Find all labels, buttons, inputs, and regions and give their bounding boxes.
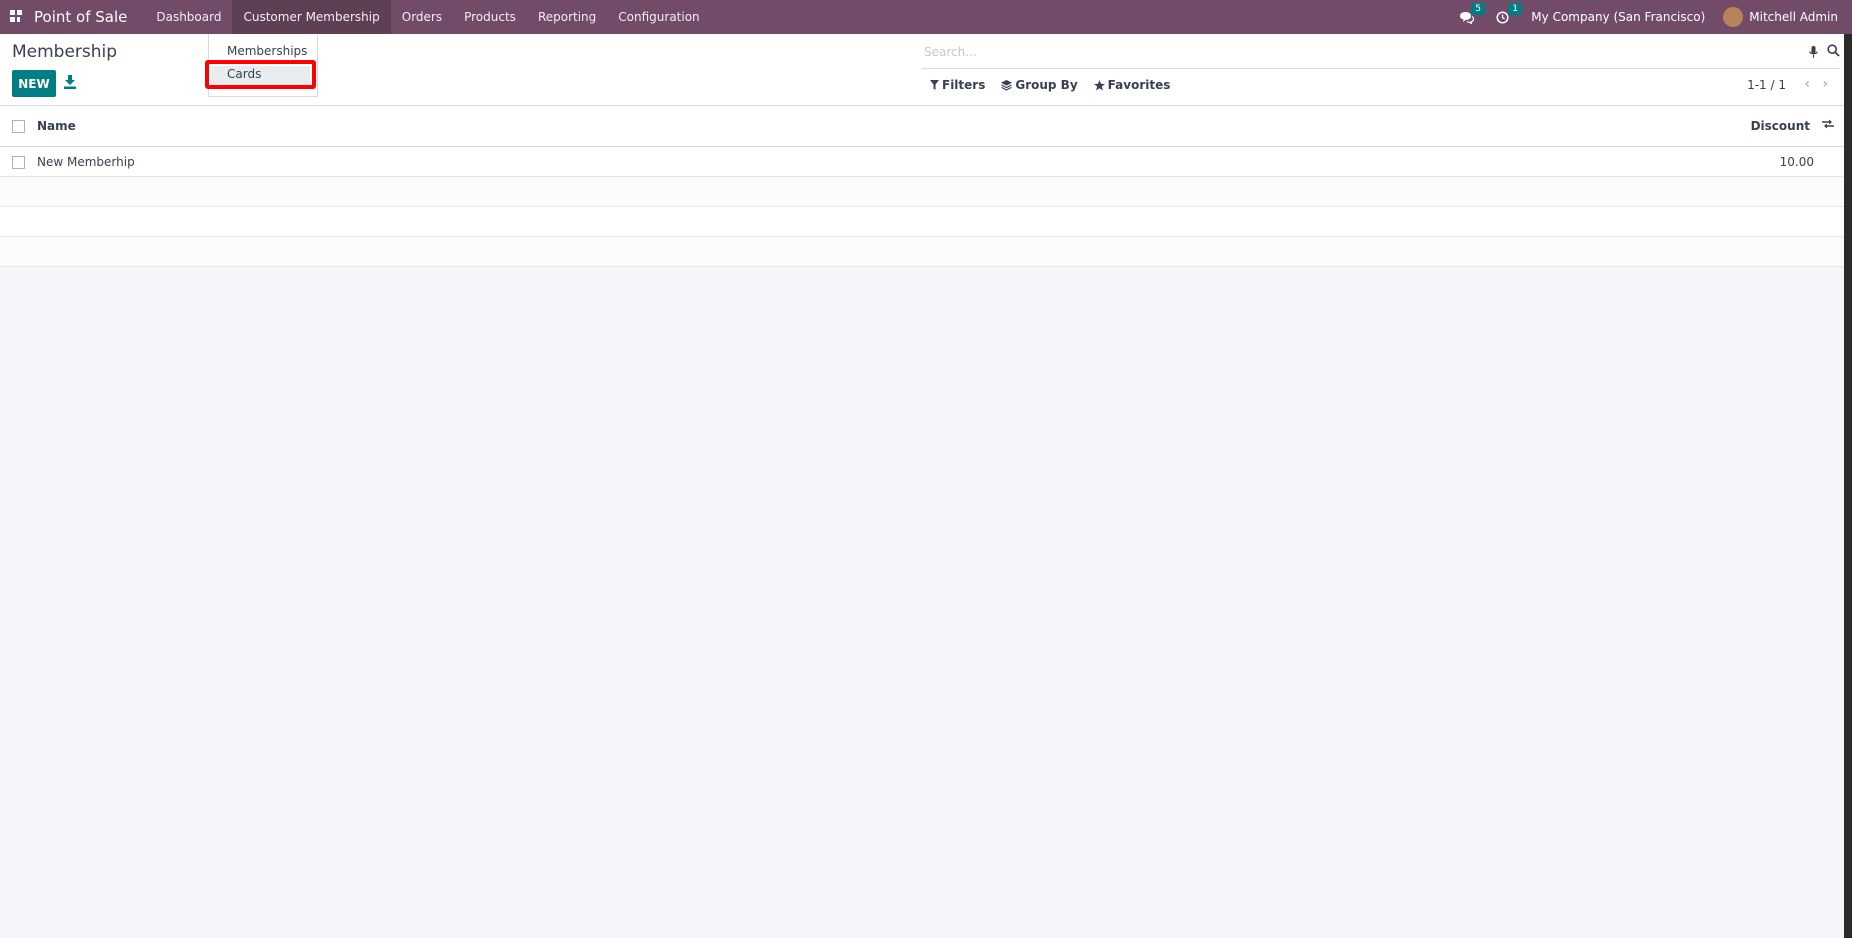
page-title: Membership xyxy=(12,42,118,62)
dropdown-item-memberships[interactable]: Memberships xyxy=(227,44,307,58)
menu-customer-membership[interactable]: Customer Membership xyxy=(232,0,391,34)
empty-row xyxy=(0,237,1844,267)
table-row[interactable]: New Memberhip 10.00 xyxy=(0,147,1844,177)
star-icon xyxy=(1093,79,1105,90)
search-input[interactable] xyxy=(922,41,1746,63)
favorites-toggle[interactable]: Favorites xyxy=(1093,78,1171,92)
empty-row xyxy=(0,207,1844,237)
layers-icon xyxy=(1001,79,1013,91)
filters-toggle[interactable]: Filters xyxy=(930,78,985,92)
favorites-label: Favorites xyxy=(1107,78,1171,92)
menu-reporting[interactable]: Reporting xyxy=(527,0,607,34)
apps-menu-icon[interactable] xyxy=(10,10,24,24)
download-icon[interactable] xyxy=(64,75,76,89)
filters-label: Filters xyxy=(942,78,986,92)
user-menu[interactable]: Mitchell Admin xyxy=(1749,10,1838,24)
messages-badge: 5 xyxy=(1471,2,1486,15)
messages-button[interactable]: 5 xyxy=(1459,2,1486,24)
optional-columns-icon[interactable] xyxy=(1822,119,1834,129)
activities-button[interactable]: 1 xyxy=(1496,2,1523,24)
groupby-toggle[interactable]: Group By xyxy=(1001,78,1078,92)
filter-icon xyxy=(930,80,939,90)
activities-badge: 1 xyxy=(1508,2,1523,15)
row-checkbox[interactable] xyxy=(12,156,25,169)
annotation-highlight xyxy=(205,60,316,89)
list-table: Name Discount New Memberhip 10.00 xyxy=(0,106,1844,267)
avatar[interactable] xyxy=(1723,7,1744,27)
search-bar xyxy=(922,41,1840,69)
app-brand[interactable]: Point of Sale xyxy=(34,8,127,26)
chevron-left-icon[interactable]: ‹ xyxy=(1804,76,1810,92)
groupby-label: Group By xyxy=(1015,78,1078,92)
column-header-discount[interactable]: Discount xyxy=(1751,119,1810,133)
menu-orders[interactable]: Orders xyxy=(391,0,453,34)
menu-configuration[interactable]: Configuration xyxy=(607,0,710,34)
navbar-systray: 5 1 My Company (San Francisco) Mitchell … xyxy=(1459,0,1838,34)
empty-row xyxy=(0,177,1844,207)
new-button[interactable]: NEW xyxy=(12,70,56,97)
column-header-name[interactable]: Name xyxy=(37,119,76,133)
menu-dashboard[interactable]: Dashboard xyxy=(145,0,232,34)
select-all-checkbox[interactable] xyxy=(12,120,25,133)
cell-discount: 10.00 xyxy=(1779,155,1814,169)
menu-products[interactable]: Products xyxy=(453,0,527,34)
top-navbar: Point of Sale Dashboard Customer Members… xyxy=(0,0,1852,34)
pager-value[interactable]: 1-1 / 1 xyxy=(1747,78,1786,92)
table-header: Name Discount xyxy=(0,106,1844,147)
microphone-icon[interactable] xyxy=(1809,46,1818,59)
cell-name: New Memberhip xyxy=(37,155,135,169)
search-icon[interactable] xyxy=(1827,44,1840,57)
company-switcher[interactable]: My Company (San Francisco) xyxy=(1531,10,1705,24)
search-options: Filters Group By Favorites xyxy=(930,78,1186,92)
chevron-right-icon[interactable]: › xyxy=(1822,76,1828,92)
scrollbar[interactable] xyxy=(1844,34,1852,938)
